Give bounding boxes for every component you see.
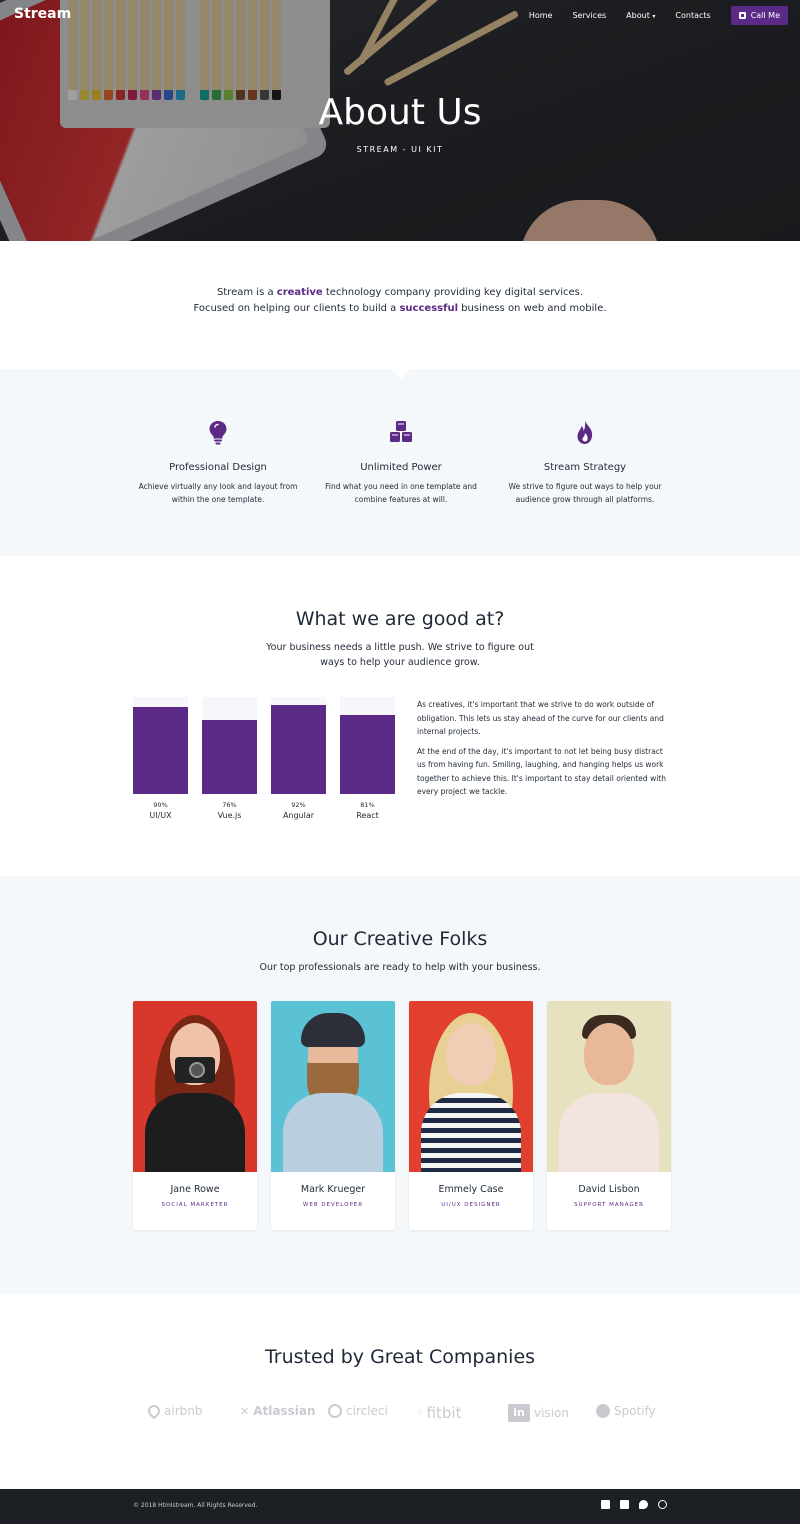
nav-links: Home Services About ▾ Contacts Call Me [529, 6, 788, 25]
nav-link-about[interactable]: About ▾ [626, 11, 655, 20]
invision-logo: in vision [508, 1404, 569, 1422]
feature-title: Professional Design [169, 462, 267, 473]
circleci-logo: circleci [328, 1404, 388, 1418]
member-name: David Lisbon [578, 1184, 640, 1195]
skill-bar-angular [271, 697, 326, 794]
team-member-card[interactable]: Emmely Case UI/UX DESIGNER [409, 1001, 533, 1230]
spotify-icon [596, 1404, 610, 1418]
feature-unlimited-power: Unlimited Power Find what you need in on… [311, 419, 491, 506]
member-name: Jane Rowe [170, 1184, 220, 1195]
lightbulb-icon [209, 421, 227, 445]
spotify-logo: Spotify [596, 1404, 656, 1418]
skill-bar-react [340, 697, 395, 794]
feature-stream-strategy: Stream Strategy We strive to figure out … [495, 419, 675, 506]
nav-link-contacts[interactable]: Contacts [675, 11, 710, 20]
brand-logo[interactable]: Stream [14, 6, 71, 22]
skill-percent: 90% [153, 801, 168, 809]
call-me-button[interactable]: Call Me [730, 6, 788, 25]
dribbble-icon[interactable] [658, 1500, 667, 1509]
skill-label: UI/UX [149, 811, 172, 820]
skill-percent: 76% [222, 801, 237, 809]
phone-icon [738, 12, 746, 19]
member-photo [409, 1001, 533, 1172]
skills-paragraph: At the end of the day, it's important to… [417, 746, 666, 797]
feature-description: Find what you need in one template and co… [325, 482, 477, 504]
page-title: About Us [318, 92, 482, 133]
team-member-card[interactable]: David Lisbon SUPPORT MANAGER [547, 1001, 671, 1230]
skills-subtitle: Your business needs a little push. We st… [266, 642, 534, 668]
member-photo [547, 1001, 671, 1172]
member-photo [271, 1001, 395, 1172]
copyright-text: © 2018 Htmlstream. All Rights Reserved. [133, 1502, 258, 1509]
skills-paragraph: As creatives, it's important that we str… [417, 700, 664, 736]
member-name: Mark Krueger [300, 1184, 366, 1195]
skill-label: Angular [282, 811, 315, 820]
circleci-icon [328, 1404, 342, 1418]
social-links [601, 1500, 667, 1509]
airbnb-icon [145, 1402, 163, 1420]
fitbit-logo: ⁘ fitbit [416, 1404, 462, 1422]
fire-icon [577, 420, 593, 444]
atlassian-logo: ✕ Atlassian [240, 1404, 316, 1418]
twitter-icon[interactable] [639, 1500, 648, 1509]
call-me-label: Call Me [750, 11, 780, 20]
invision-icon: in [508, 1404, 530, 1422]
member-role: SOCIAL MARKETER [161, 1202, 229, 1208]
nav-link-about-label: About [626, 11, 650, 20]
team-title: Our Creative Folks [312, 928, 488, 950]
cubes-icon [390, 421, 412, 442]
facebook-icon[interactable] [601, 1500, 610, 1509]
page-subtitle: STREAM - UI KIT [356, 145, 444, 154]
member-role: SUPPORT MANAGER [574, 1202, 644, 1208]
feature-description: We strive to figure out ways to help you… [508, 482, 662, 504]
skill-bar-uiux [133, 697, 188, 794]
companies-title: Trusted by Great Companies [264, 1346, 536, 1368]
nav-link-services[interactable]: Services [572, 11, 606, 20]
fitbit-icon: ⁘ [416, 1408, 423, 1418]
company-logos: airbnb ✕ Atlassian circleci ⁘ fitbit in vis… [145, 1402, 658, 1428]
footer: © 2018 Htmlstream. All Rights Reserved. [0, 1489, 800, 1524]
top-navbar: Stream Home Services About ▾ Contacts Ca… [0, 0, 800, 32]
feature-title: Unlimited Power [360, 462, 442, 473]
intro-highlight-successful: successful [399, 303, 458, 314]
skill-label: React [356, 811, 379, 820]
feature-description: Achieve virtually any look and layout fr… [138, 482, 298, 504]
skill-percent: 81% [360, 801, 375, 809]
feature-professional-design: Professional Design Achieve virtually an… [128, 419, 308, 506]
intro-text: Stream is a creative technology company … [193, 287, 607, 314]
linkedin-icon[interactable] [620, 1500, 629, 1509]
nav-link-home[interactable]: Home [529, 11, 553, 20]
intro-highlight-creative: creative [276, 287, 323, 298]
skills-title: What we are good at? [295, 608, 505, 630]
skills-bar-chart: 90% UI/UX 76% Vue.js 92% Angular 81% Rea… [133, 697, 395, 827]
skills-description: As creatives, it's important that we str… [417, 698, 672, 799]
skill-percent: 92% [291, 801, 306, 809]
skill-bar-vue [202, 697, 257, 794]
team-subtitle: Our top professionals are ready to help … [259, 962, 541, 973]
member-role: WEB DEVELOPER [302, 1202, 364, 1208]
team-member-card[interactable]: Jane Rowe SOCIAL MARKETER [133, 1001, 257, 1230]
chevron-down-icon: ▾ [652, 13, 656, 20]
member-name: Emmely Case [438, 1184, 504, 1195]
team-member-card[interactable]: Mark Krueger WEB DEVELOPER [271, 1001, 395, 1230]
member-role: UI/UX DESIGNER [441, 1202, 501, 1208]
member-photo [133, 1001, 257, 1172]
features-section: Professional Design Achieve virtually an… [0, 369, 800, 556]
skill-label: Vue.js [217, 811, 242, 820]
feature-title: Stream Strategy [543, 462, 627, 473]
atlassian-icon: ✕ [240, 1404, 250, 1418]
airbnb-logo: airbnb [145, 1402, 202, 1420]
